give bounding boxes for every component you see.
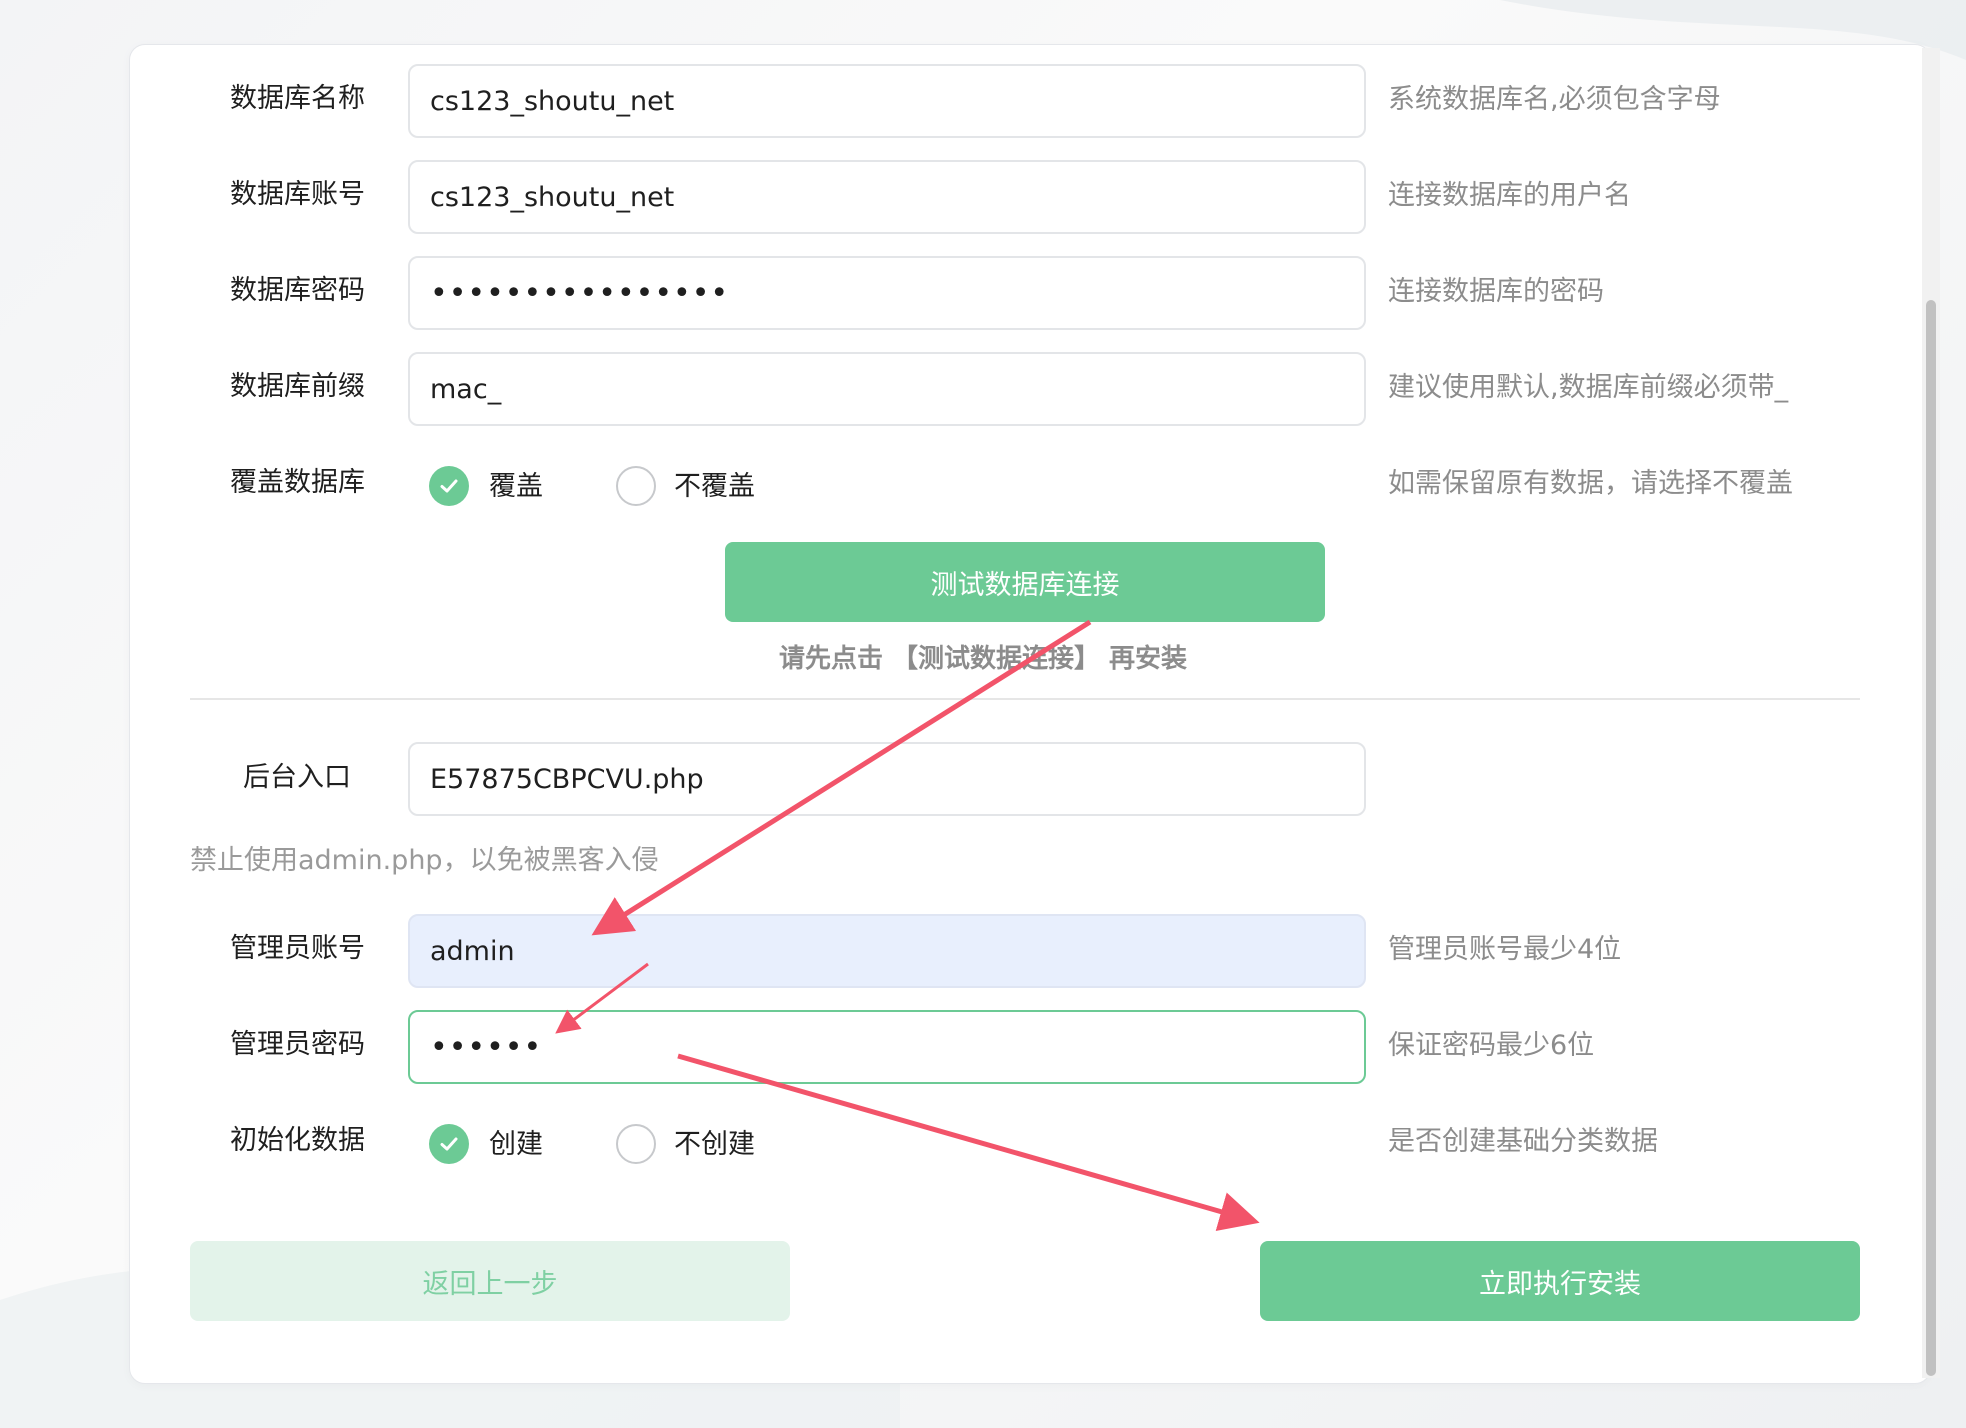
db-prefix-hint: 建议使用默认,数据库前缀必须带_ [1388,372,1789,403]
init-data-hint: 是否创建基础分类数据 [1388,1126,1658,1157]
db-password-input[interactable]: •••••••••••••••• [408,256,1366,330]
admin-password-hint: 保证密码最少6位 [1388,1030,1595,1061]
check-icon [440,1137,458,1151]
db-prefix-label: 数据库前缀 [230,371,365,402]
db-password-label: 数据库密码 [230,275,365,306]
test-connection-tip: 请先点击 【测试数据连接】 再安装 [778,644,1188,674]
db-name-hint: 系统数据库名,必须包含字母 [1388,84,1721,115]
overwrite-yes-radio[interactable] [429,466,469,506]
db-account-label: 数据库账号 [230,179,365,210]
admin-username-label: 管理员账号 [230,933,365,964]
admin-password-input[interactable]: •••••• [408,1010,1366,1084]
overwrite-no-label[interactable]: 不覆盖 [674,470,755,504]
db-prefix-input[interactable]: mac_ [408,352,1366,426]
admin-password-label: 管理员密码 [230,1029,365,1060]
db-overwrite-hint: 如需保留原有数据，请选择不覆盖 [1388,468,1793,499]
scrollbar-thumb[interactable] [1926,300,1936,1376]
init-create-radio[interactable] [429,1124,469,1164]
check-icon [440,479,458,493]
admin-entry-input[interactable]: E57875CBPCVU.php [408,742,1366,816]
section-divider [190,698,1860,700]
init-create-label[interactable]: 创建 [489,1128,543,1162]
admin-entry-label: 后台入口 [243,762,351,793]
init-skip-radio[interactable] [616,1124,656,1164]
admin-username-input[interactable]: admin [408,914,1366,988]
overwrite-yes-label[interactable]: 覆盖 [489,470,543,504]
db-password-hint: 连接数据库的密码 [1388,276,1604,307]
init-skip-label[interactable]: 不创建 [674,1128,755,1162]
db-name-label: 数据库名称 [230,83,365,114]
overwrite-no-radio[interactable] [616,466,656,506]
db-account-hint: 连接数据库的用户名 [1388,180,1631,211]
admin-entry-warning: 禁止使用admin.php，以免被黑客入侵 [190,845,659,876]
test-connection-button[interactable]: 测试数据库连接 [725,542,1325,622]
install-form-card [129,44,1931,1384]
db-overwrite-label: 覆盖数据库 [230,467,365,498]
init-data-label: 初始化数据 [230,1125,365,1156]
install-button[interactable]: 立即执行安装 [1260,1241,1860,1321]
admin-username-hint: 管理员账号最少4位 [1388,934,1622,965]
db-name-input[interactable]: cs123_shoutu_net [408,64,1366,138]
db-account-input[interactable]: cs123_shoutu_net [408,160,1366,234]
back-button[interactable]: 返回上一步 [190,1241,790,1321]
